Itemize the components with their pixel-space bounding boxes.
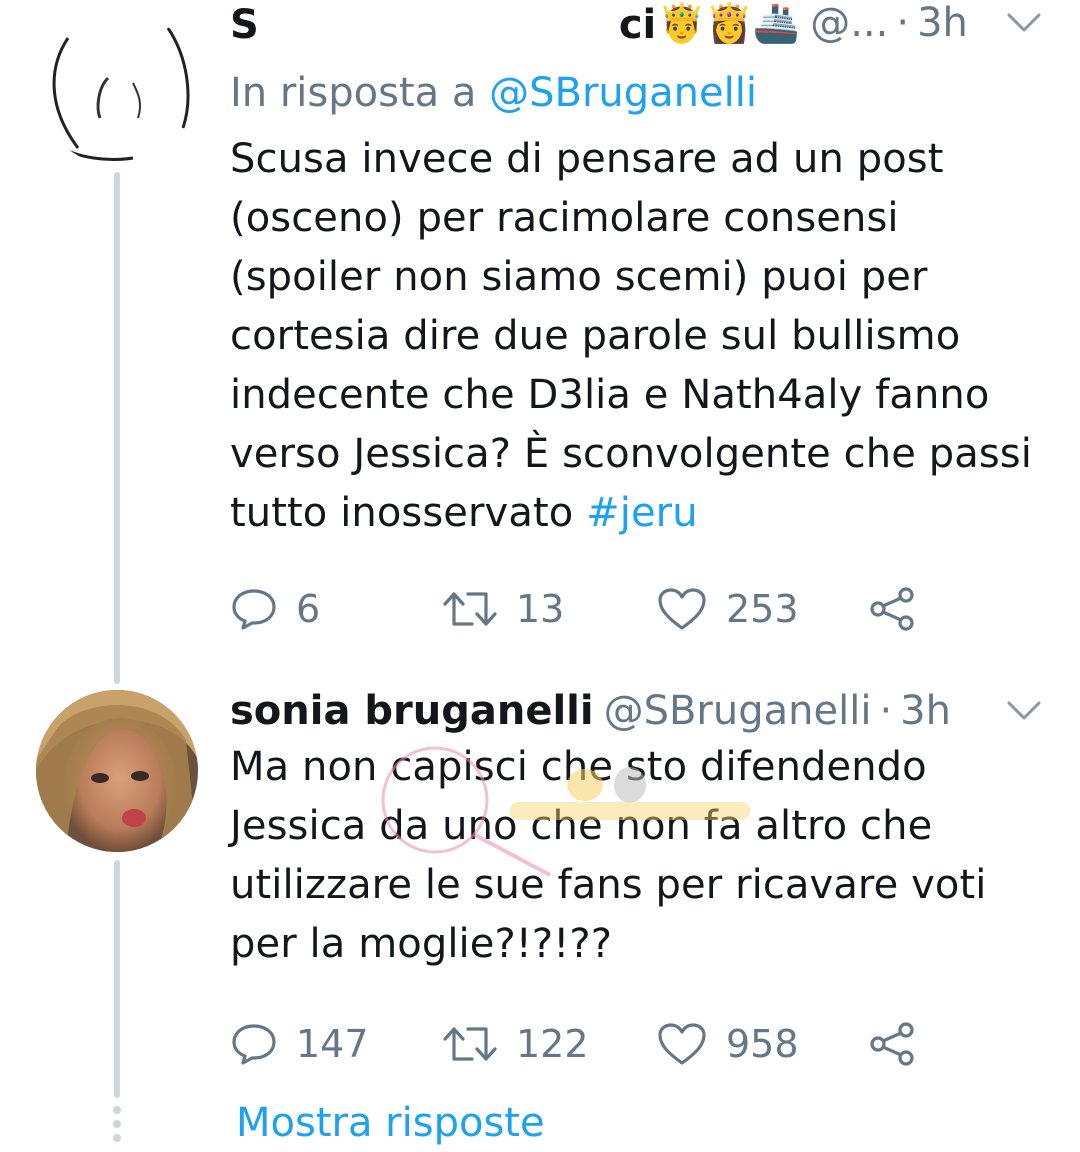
thread-more-dots: [113, 1106, 121, 1148]
display-name[interactable]: Sci: [230, 0, 656, 48]
reply-button[interactable]: 6: [230, 587, 442, 631]
chevron-down-icon[interactable]: [1004, 691, 1044, 731]
display-name-end: ci: [618, 2, 657, 48]
like-button[interactable]: 958: [656, 1021, 868, 1067]
reply-icon: [230, 1022, 278, 1066]
tweet-body: Ma non capisci che sto difendendo Jessic…: [230, 744, 987, 967]
share-button[interactable]: [868, 586, 916, 632]
retweet-icon: [442, 1023, 498, 1065]
like-count: 958: [726, 1022, 799, 1066]
reply-count: 6: [296, 587, 321, 631]
tweet-text: Scusa invece di pensare ad un post (osce…: [230, 130, 1060, 543]
reply-button[interactable]: 147: [230, 1022, 442, 1066]
name-emojis: 🤴👸🚢: [658, 0, 801, 45]
tweet-text: Ma non capisci che sto difendendo Jessic…: [230, 738, 1060, 974]
timestamp[interactable]: 3h: [900, 688, 951, 734]
hashtag-link[interactable]: #jeru: [586, 490, 698, 536]
avatar[interactable]: [38, 8, 196, 166]
handle[interactable]: @SBruganelli: [604, 688, 872, 734]
tweet-actions: 147 122 958: [230, 1014, 1060, 1074]
reply-count: 147: [296, 1022, 369, 1066]
tweet[interactable]: sonia bruganelli @SBruganelli · 3h Ma no…: [230, 684, 1060, 1074]
separator: ·: [896, 0, 910, 46]
retweet-icon: [442, 588, 498, 630]
reply-prefix: In risposta a: [230, 70, 477, 116]
timestamp[interactable]: 3h: [917, 0, 968, 46]
reply-context: In risposta a @SBruganelli: [230, 64, 1060, 122]
reply-icon: [230, 587, 278, 631]
tweet-header: sonia bruganelli @SBruganelli · 3h: [230, 684, 1060, 738]
display-name[interactable]: sonia bruganelli: [230, 688, 594, 734]
show-replies-link[interactable]: Mostra risposte: [236, 1100, 545, 1146]
avatar[interactable]: [36, 690, 198, 852]
retweet-button[interactable]: 13: [442, 587, 656, 631]
tweet-header: Sci 🤴👸🚢 @... · 3h: [230, 0, 1060, 50]
retweet-count: 13: [516, 587, 565, 631]
tweet-body: Scusa invece di pensare ad un post (osce…: [230, 136, 1032, 536]
thread-connector: [114, 172, 120, 684]
share-button[interactable]: [868, 1021, 916, 1067]
redacted-name: [258, 0, 619, 38]
retweet-count: 122: [516, 1022, 589, 1066]
tweet-actions: 6 13 253: [230, 579, 1060, 639]
tweet[interactable]: Sci 🤴👸🚢 @... · 3h In risposta a @SBrugan…: [230, 0, 1060, 639]
display-name-start: S: [230, 2, 259, 48]
share-icon: [868, 1021, 916, 1067]
separator: ·: [879, 688, 893, 734]
chevron-down-icon[interactable]: [1004, 3, 1044, 43]
timeline: Sci 🤴👸🚢 @... · 3h In risposta a @SBrugan…: [0, 0, 1080, 1152]
reply-mention-link[interactable]: @SBruganelli: [489, 70, 757, 116]
like-button[interactable]: 253: [656, 586, 868, 632]
heart-icon: [656, 1021, 708, 1067]
like-count: 253: [726, 587, 799, 631]
thread-connector: [114, 860, 120, 1098]
share-icon: [868, 586, 916, 632]
handle[interactable]: @...: [810, 0, 888, 46]
retweet-button[interactable]: 122: [442, 1022, 656, 1066]
heart-icon: [656, 586, 708, 632]
